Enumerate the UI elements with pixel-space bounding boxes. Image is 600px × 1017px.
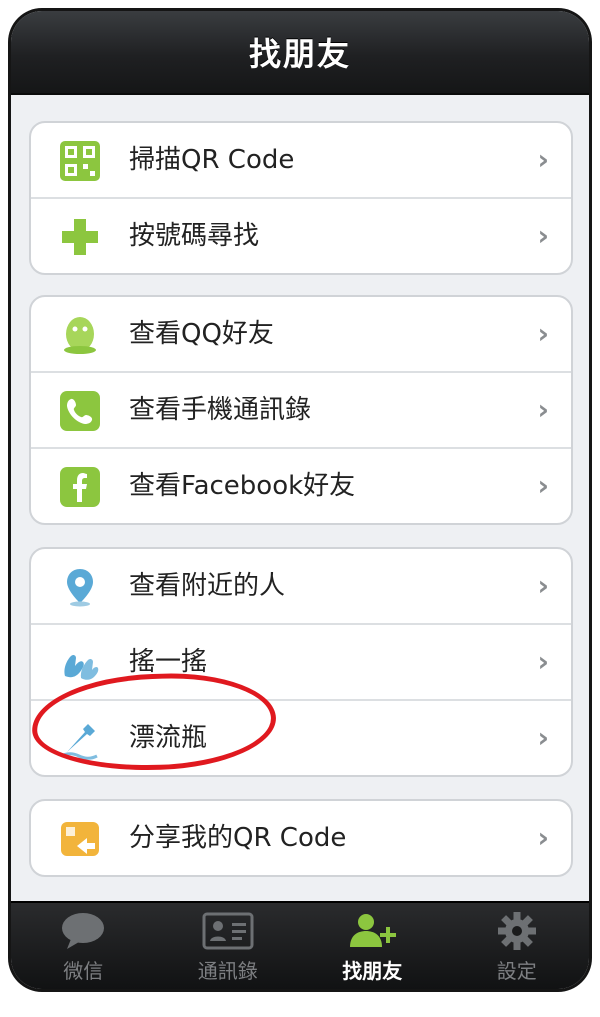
gear-icon: [497, 912, 536, 950]
page-title: 找朋友: [248, 35, 351, 73]
chevron-right-icon: ›: [537, 143, 549, 176]
phone-icon: [57, 388, 103, 434]
tab-label: 設定: [496, 959, 537, 983]
menu-item-label: 查看Facebook好友: [129, 471, 356, 501]
menu-item-label: 查看QQ好友: [129, 319, 274, 349]
chevron-right-icon: ›: [537, 393, 549, 426]
bottle-icon: [57, 716, 103, 762]
menu-item-label: 按號碼尋找: [129, 221, 260, 251]
chevron-right-icon: ›: [537, 469, 549, 502]
tab-label: 微信: [63, 959, 104, 983]
menu-item-label: 漂流瓶: [129, 723, 208, 753]
menu-group-import: 查看QQ好友 › 查看手機通訊錄 › 查看Facebook好友 ›: [29, 295, 573, 525]
contacts-card-icon: [202, 912, 254, 950]
share-qr-icon: [57, 816, 103, 862]
facebook-icon: [57, 464, 103, 510]
menu-item-label: 分享我的QR Code: [129, 823, 347, 853]
chat-bubble-icon: [62, 913, 105, 949]
menu-item-search-number[interactable]: 按號碼尋找 ›: [31, 197, 571, 273]
qr-scan-icon: [57, 138, 103, 184]
tab-wechat[interactable]: 微信: [11, 903, 156, 989]
menu-item-share-qr[interactable]: 分享我的QR Code ›: [31, 801, 571, 875]
chevron-right-icon: ›: [537, 821, 549, 854]
tab-contacts[interactable]: 通訊錄: [156, 903, 301, 989]
title-bar: 找朋友: [11, 11, 589, 95]
chevron-right-icon: ›: [537, 569, 549, 602]
chevron-right-icon: ›: [537, 721, 549, 754]
menu-group-scan: 掃描QR Code › 按號碼尋找 ›: [29, 121, 573, 275]
tab-label: 通訊錄: [197, 959, 258, 983]
menu-group-discover: 查看附近的人 › 搖一搖 › 漂流瓶 ›: [29, 547, 573, 777]
find-friends-icon: [350, 914, 397, 947]
menu-group-share: 分享我的QR Code ›: [29, 799, 573, 877]
menu-item-label: 掃描QR Code: [129, 145, 295, 175]
menu-item-shake[interactable]: 搖一搖 ›: [31, 623, 571, 699]
chevron-right-icon: ›: [537, 317, 549, 350]
tab-find-friends[interactable]: 找朋友: [300, 903, 445, 989]
tab-label: 找朋友: [342, 959, 403, 983]
menu-item-scan-qr[interactable]: 掃描QR Code ›: [31, 123, 571, 197]
shake-icon: [57, 640, 103, 686]
chevron-right-icon: ›: [537, 219, 549, 252]
plus-icon: [57, 214, 103, 260]
menu-item-people-nearby[interactable]: 查看附近的人 ›: [31, 549, 571, 623]
tab-settings[interactable]: 設定: [445, 903, 590, 989]
menu-item-label: 搖一搖: [129, 647, 208, 677]
phone-frame: 找朋友 掃描QR Code › 按號碼尋找 › 查看QQ好友 › 查看手機通訊錄…: [8, 8, 592, 992]
location-pin-icon: [57, 564, 103, 610]
chevron-right-icon: ›: [537, 645, 549, 678]
menu-item-phone-contacts[interactable]: 查看手機通訊錄 ›: [31, 371, 571, 447]
menu-content: 掃描QR Code › 按號碼尋找 › 查看QQ好友 › 查看手機通訊錄 › 查…: [11, 95, 589, 903]
screen: 找朋友 掃描QR Code › 按號碼尋找 › 查看QQ好友 › 查看手機通訊錄…: [11, 11, 589, 989]
qq-icon: [57, 312, 103, 358]
menu-item-facebook-friends[interactable]: 查看Facebook好友 ›: [31, 447, 571, 523]
menu-item-qq-friends[interactable]: 查看QQ好友 ›: [31, 297, 571, 371]
menu-item-drift-bottle[interactable]: 漂流瓶 ›: [31, 699, 571, 775]
menu-item-label: 查看附近的人: [129, 571, 286, 601]
menu-item-label: 查看手機通訊錄: [129, 395, 312, 425]
tab-bar: 微信 通訊錄 找朋友 設定: [11, 901, 589, 989]
